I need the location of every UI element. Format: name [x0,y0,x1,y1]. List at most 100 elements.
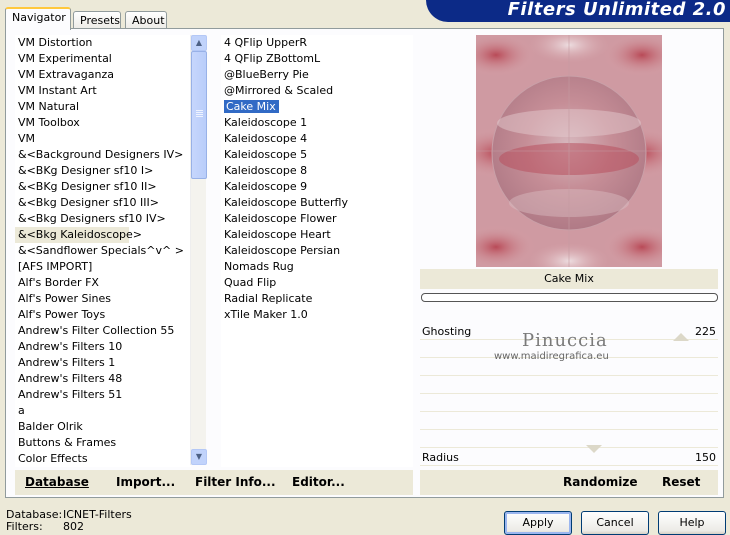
category-item[interactable]: Color Effects [15,451,191,467]
category-item[interactable]: a [15,403,191,419]
scroll-up-button[interactable]: ▲ [191,35,207,51]
radius-slider[interactable]: Radius 150 [420,445,718,466]
preview-image [476,35,662,267]
filter-info-button[interactable]: Filter Info... [195,467,276,497]
category-scrollbar[interactable]: ▲ ▼ [190,35,207,465]
slider-row-empty [420,431,718,448]
category-item[interactable]: &<Sandflower Specials^v^ > [15,243,191,259]
tab-presets[interactable]: Presets [73,11,121,29]
item-label: VM Extravaganza [18,68,115,81]
category-item[interactable]: &<BKg Designer sf10 II> [15,179,191,195]
filter-item[interactable]: @BlueBerry Pie [221,67,413,83]
item-label: Kaleidoscope 1 [224,116,308,129]
filter-item[interactable]: Kaleidoscope 9 [221,179,413,195]
filter-item[interactable]: Kaleidoscope 4 [221,131,413,147]
ghosting-thumb-icon[interactable] [673,333,689,341]
item-label: 4 QFlip UpperR [224,36,308,49]
radius-thumb-icon[interactable] [586,445,602,453]
filter-item[interactable]: Kaleidoscope Persian [221,243,413,259]
database-button[interactable]: Database [25,467,89,497]
item-label: Kaleidoscope Butterfly [224,196,348,209]
cancel-button[interactable]: Cancel [581,511,649,535]
tab-about[interactable]: About [125,11,167,29]
category-item[interactable]: Buttons & Frames [15,435,191,451]
item-label: Nomads Rug [224,260,294,273]
item-label: xTile Maker 1.0 [224,308,308,321]
filters-count-label: Filters: [6,520,43,533]
scroll-down-button[interactable]: ▼ [191,449,207,465]
apply-button[interactable]: Apply [504,511,572,535]
category-item[interactable]: VM Extravaganza [15,67,191,83]
item-label: Kaleidoscope Persian [224,244,341,257]
item-label: VM Distortion [18,36,93,49]
help-button[interactable]: Help [658,511,726,535]
item-label: Kaleidoscope 4 [224,132,308,145]
preset-buttons-bar: Randomize Reset [420,470,718,495]
category-item[interactable]: VM [15,131,191,147]
category-item[interactable]: Andrew's Filters 48 [15,371,191,387]
scroll-thumb[interactable] [191,51,207,179]
item-label: @BlueBerry Pie [224,68,309,81]
reset-button[interactable]: Reset [662,467,700,497]
filter-item[interactable]: Kaleidoscope 5 [221,147,413,163]
filter-item[interactable]: xTile Maker 1.0 [221,307,413,323]
category-item[interactable]: Andrew's Filters 51 [15,387,191,403]
category-item[interactable]: &<BKg Designer sf10 I> [15,163,191,179]
filters-count-value: 802 [63,520,84,533]
item-label: Color Effects [18,452,88,465]
filter-item[interactable]: Kaleidoscope Butterfly [221,195,413,211]
filter-item[interactable]: @Mirrored & Scaled [221,83,413,99]
category-item[interactable]: Alf's Border FX [15,275,191,291]
filter-item[interactable]: Kaleidoscope 8 [221,163,413,179]
category-item[interactable]: VM Distortion [15,35,191,51]
item-label: Andrew's Filters 48 [18,372,123,385]
category-item[interactable]: &<Bkg Designers sf10 IV> [15,211,191,227]
progress-bar [421,293,718,302]
category-item[interactable]: &<Bkg Designer sf10 III> [15,195,191,211]
item-label: &<Sandflower Specials^v^ > [18,244,184,257]
item-label: &<Background Designers IV> [18,148,184,161]
category-list[interactable]: VM Distortion VM Experimental VM Extravaga… [15,35,191,467]
item-label: VM [18,132,36,145]
item-label: VM Instant Art [18,84,97,97]
filter-item[interactable]: Kaleidoscope Flower [221,211,413,227]
category-item[interactable]: VM Toolbox [15,115,191,131]
filter-item[interactable]: Kaleidoscope 1 [221,115,413,131]
category-item[interactable]: Alf's Power Sines [15,291,191,307]
filter-item[interactable]: Quad Flip [221,275,413,291]
category-item[interactable]: Andrew's Filters 1 [15,355,191,371]
filter-item[interactable]: 4 QFlip ZBottomL [221,51,413,67]
slider-row-empty [420,377,718,394]
category-item[interactable]: Balder Olrik [15,419,191,435]
category-item[interactable]: &<Background Designers IV> [15,147,191,163]
category-item[interactable]: [AFS IMPORT] [15,259,191,275]
editor-button[interactable]: Editor... [292,467,345,497]
item-label: @Mirrored & Scaled [224,84,334,97]
category-item[interactable]: Andrew's Filters 10 [15,339,191,355]
filter-item[interactable]: Cake Mix [221,99,413,115]
list-buttons-bar: Database Import... Filter Info... Editor… [15,470,413,495]
category-item[interactable]: VM Experimental [15,51,191,67]
filter-item[interactable]: Nomads Rug [221,259,413,275]
import-button[interactable]: Import... [116,467,175,497]
category-item[interactable]: Andrew's Filter Collection 55 [15,323,191,339]
item-label: Andrew's Filters 1 [18,356,116,369]
item-label: Andrew's Filter Collection 55 [18,324,175,337]
filter-item[interactable]: 4 QFlip UpperR [221,35,413,51]
filter-list[interactable]: 4 QFlip UpperR 4 QFlip ZBottomL @BlueBerry… [221,35,413,467]
filter-item[interactable]: Radial Replicate [221,291,413,307]
category-item[interactable]: &<Bkg Kaleidoscope> [15,227,142,243]
randomize-button[interactable]: Randomize [563,467,637,497]
category-item[interactable]: VM Instant Art [15,83,191,99]
filter-item[interactable]: Kaleidoscope Heart [221,227,413,243]
filter-name-label: Cake Mix [420,269,718,289]
item-label: &<Bkg Designers sf10 IV> [18,212,166,225]
tab-navigator[interactable]: Navigator [5,7,71,30]
category-item[interactable]: VM Natural [15,99,191,115]
item-label: &<BKg Designer sf10 I> [18,164,154,177]
category-item[interactable]: Alf's Power Toys [15,307,191,323]
ghosting-label: Ghosting [422,325,472,338]
item-label: Kaleidoscope 5 [224,148,308,161]
item-label: VM Experimental [18,52,112,65]
item-label: VM Toolbox [18,116,80,129]
